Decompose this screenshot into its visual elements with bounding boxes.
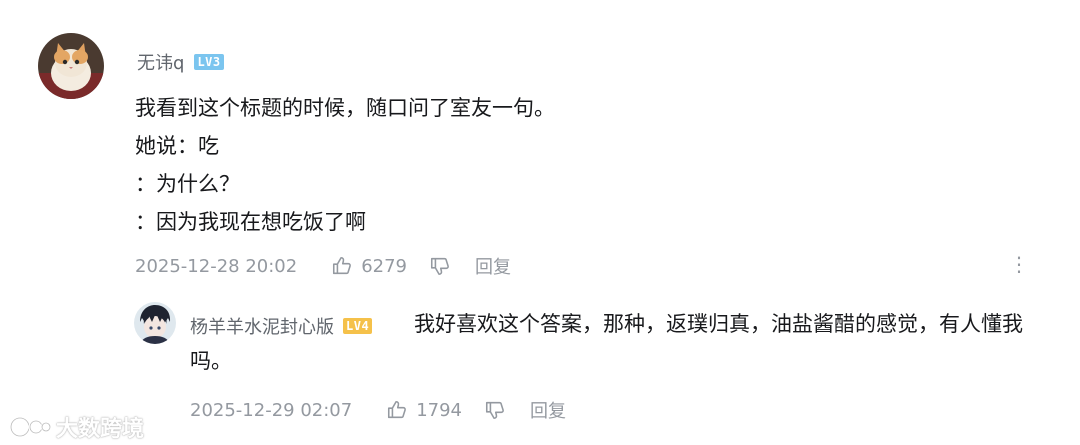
reply-button[interactable]: 回复 [475,253,511,279]
reply-timestamp: 2025-12-29 02:07 [190,399,353,421]
like-button[interactable]: 6279 [331,255,407,277]
comment-meta: 2025-12-28 20:02 6279 回复 [135,253,511,279]
comment-timestamp: 2025-12-28 20:02 [135,255,298,277]
comment-line-2: 她说：吃 [135,134,219,158]
comment-username[interactable]: 无讳q [137,49,184,75]
comment-line-1: 我看到这个标题的时候，随口问了室友一句。 [135,96,555,120]
watermark-logo-icon [9,416,52,438]
thumb-up-icon [333,256,352,275]
comment-line-3: ：为什么？ [135,172,240,196]
watermark: 大数跨境 [8,411,144,443]
comment-line-4: ：因为我现在想吃饭了啊 [135,210,366,234]
reply-meta: 2025-12-29 02:07 1794 回复 [190,397,566,423]
user-avatar[interactable] [38,33,104,99]
like-count: 6279 [361,255,408,277]
dislike-button[interactable] [484,399,506,421]
reply-avatar[interactable] [134,302,176,344]
watermark-text: 大数跨境 [56,417,145,442]
thumb-down-icon [485,401,504,420]
reply-button[interactable]: 回复 [530,397,566,423]
anime-avatar [134,302,176,344]
level-badge: LV3 [194,54,224,70]
thumb-down-icon [430,257,449,276]
cat-avatar [38,33,104,99]
like-count: 1794 [416,399,463,421]
dislike-button[interactable] [429,255,451,277]
more-vertical-icon[interactable]: ⋮ [1009,254,1029,274]
like-button[interactable]: 1794 [386,399,462,421]
thumb-up-icon [388,400,407,419]
reply-text: 我好喜欢这个答案，那种，返璞归真，油盐酱醋的感觉，有人懂我吗。 [190,312,1023,373]
